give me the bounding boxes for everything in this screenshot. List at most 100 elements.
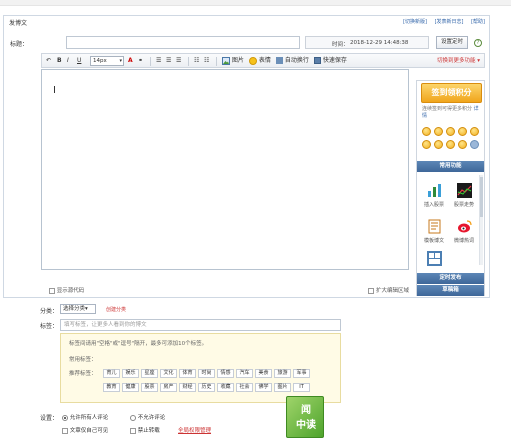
post-options-form: 分类： 选择分类▾ 创建分类 标签： 填写标签，让更多人看到你的博文 标签间请用… xyxy=(0,302,511,441)
font-size-select[interactable]: 14px ▾ xyxy=(90,56,124,66)
show-source-checkbox[interactable] xyxy=(49,287,55,294)
number-list-icon[interactable]: ☷ xyxy=(204,56,209,66)
no-repost-option[interactable]: 禁止转载 xyxy=(130,426,160,434)
time-box: 时间： 2018-12-29 14:48:38 xyxy=(305,36,429,49)
bold-button[interactable]: B xyxy=(57,56,62,66)
title-input[interactable] xyxy=(66,36,300,49)
category-select[interactable]: 选择分类▾ xyxy=(60,304,96,314)
switch-more-features-link[interactable]: 切换到更多功能 ▾ xyxy=(437,56,480,66)
undo-icon[interactable]: ↶ xyxy=(46,56,51,66)
private-visible-checkbox[interactable] xyxy=(62,427,68,434)
sidebar-scrollbar[interactable] xyxy=(479,175,483,265)
new-diary-link[interactable]: [发表新日志] xyxy=(435,19,464,25)
recommended-tag-chip[interactable]: 军事 xyxy=(293,369,310,378)
weibo-hotword-tool[interactable]: 微博热词 xyxy=(449,217,479,247)
quick-save-button[interactable]: 快速保存 xyxy=(314,56,347,66)
insert-stock-label: 插入股票 xyxy=(423,202,444,208)
sign-in-points-button[interactable]: 签到领积分 xyxy=(421,83,482,103)
align-right-icon[interactable]: ☰ xyxy=(176,56,181,66)
recommended-tag-chip[interactable]: 情感 xyxy=(217,369,234,378)
recommended-tag-chip[interactable]: 时尚 xyxy=(198,369,215,378)
tag-input[interactable]: 填写标签，让更多人看到你的博文 xyxy=(60,319,341,331)
show-source-option[interactable]: 显示源代码 xyxy=(49,286,84,294)
recommended-tag-chip[interactable]: 教育 xyxy=(103,383,120,392)
recommended-tag-chip[interactable]: 历史 xyxy=(198,383,215,392)
align-center-icon[interactable]: ☰ xyxy=(166,56,171,66)
expand-icon[interactable] xyxy=(368,287,375,294)
help-icon[interactable]: ? xyxy=(474,39,482,47)
allow-comment-label: 允许所有人评论 xyxy=(69,415,109,421)
recommended-tag-chip[interactable]: 旅游 xyxy=(274,369,291,378)
recommended-tag-chip[interactable]: 收藏 xyxy=(217,383,234,392)
recommended-tag-chip[interactable]: 股票 xyxy=(141,383,158,392)
smiley-icon xyxy=(249,56,257,65)
recommended-tag-chip[interactable]: 财经 xyxy=(179,383,196,392)
stock-trend-label: 股票走势 xyxy=(453,202,474,208)
recommended-tag-chip[interactable]: 文化 xyxy=(160,369,177,378)
toolbar-divider xyxy=(188,57,189,66)
font-color-icon[interactable]: A xyxy=(128,56,133,66)
emoticon-icon[interactable] xyxy=(422,140,431,149)
sign-tip-text: 连续签到可得更多积分 xyxy=(422,106,473,112)
recommended-tag-chip[interactable]: 娱乐 xyxy=(122,369,139,378)
emoticon-icon[interactable] xyxy=(458,140,467,149)
emoticon-button[interactable]: 表情 xyxy=(249,56,271,66)
switch-new-version-link[interactable]: [切换新版] xyxy=(403,19,427,25)
tag-suggestion-panel: 标签间请用"空格"或"逗号"隔开，最多可添加10个标签。 常用标签： 推荐标签：… xyxy=(60,333,341,403)
no-repost-checkbox[interactable] xyxy=(130,427,136,434)
recommended-tag-chip[interactable]: 健康 xyxy=(122,383,139,392)
italic-button[interactable]: I xyxy=(67,56,69,66)
blog-compose-page: 发博文 [切换新版] [发表新日志] [帮助] 标题： 时间： 2018-12-… xyxy=(0,6,511,441)
recommended-tag-chip[interactable]: 美食 xyxy=(255,369,272,378)
recommended-tag-chip[interactable]: 育儿 xyxy=(103,369,120,378)
align-left-icon[interactable]: ☰ xyxy=(156,56,161,66)
timed-publish-button[interactable]: 定时发布 xyxy=(417,273,484,284)
underline-button[interactable]: U xyxy=(77,56,81,66)
help-link[interactable]: [帮助] xyxy=(471,19,485,25)
layout-tool[interactable] xyxy=(419,251,449,267)
create-category-link[interactable]: 创建分类 xyxy=(106,306,126,313)
app-badge-logo[interactable]: 闻 中读 xyxy=(286,396,324,438)
global-permission-link[interactable]: 全局权限管理 xyxy=(178,426,211,434)
private-visible-label: 文章仅自己可见 xyxy=(69,428,109,434)
disallow-comment-radio[interactable] xyxy=(130,414,136,421)
scrollbar-thumb[interactable] xyxy=(480,177,483,217)
save-icon xyxy=(314,57,321,64)
link-icon[interactable]: ⚭ xyxy=(138,56,143,66)
recommended-tag-chip[interactable]: 汽车 xyxy=(236,369,253,378)
recommended-tag-chip[interactable]: IT xyxy=(293,383,310,392)
disallow-comment-option[interactable]: 不允许评论 xyxy=(130,413,165,421)
emoticon-icon[interactable] xyxy=(458,127,467,136)
recommended-tag-chip[interactable]: 房产 xyxy=(160,383,177,392)
emoticon-icon[interactable] xyxy=(434,127,443,136)
insert-stock-tool[interactable]: 插入股票 xyxy=(419,181,449,211)
badge-line-2: 中读 xyxy=(296,420,316,431)
autowrap-button[interactable]: 自动换行 xyxy=(276,56,309,66)
image-button[interactable]: 图片 xyxy=(222,56,244,66)
draft-box-button[interactable]: 草稿箱 xyxy=(417,285,484,296)
emoticon-icon[interactable] xyxy=(446,140,455,149)
stock-trend-tool[interactable]: 股票走势 xyxy=(449,181,479,211)
allow-comment-radio[interactable] xyxy=(62,414,68,421)
text-caret xyxy=(54,86,55,93)
editor-area[interactable] xyxy=(41,69,409,270)
emoticon-icon[interactable] xyxy=(434,140,443,149)
more-emoticons-icon[interactable] xyxy=(470,140,479,149)
bullet-list-icon[interactable]: ☷ xyxy=(194,56,199,66)
disallow-comment-label: 不允许评论 xyxy=(137,415,166,421)
recommended-tag-chip[interactable]: 体育 xyxy=(179,369,196,378)
set-timer-button[interactable]: 设置定时 xyxy=(436,36,468,49)
recommended-tag-chip[interactable]: 图片 xyxy=(274,383,291,392)
recommended-tag-chip[interactable]: 社会 xyxy=(236,383,253,392)
recommended-tag-chip[interactable]: 佛学 xyxy=(255,383,272,392)
expand-editor-option[interactable]: 扩大编辑区域 xyxy=(368,286,409,294)
recommended-tag-chip[interactable]: 星座 xyxy=(141,369,158,378)
settings-label: 设置： xyxy=(40,415,59,422)
allow-comment-option[interactable]: 允许所有人评论 xyxy=(62,413,108,421)
private-visible-option[interactable]: 文章仅自己可见 xyxy=(62,426,108,434)
tool-grid: 插入股票 股票走势 模板博文 微博热词 xyxy=(417,175,484,268)
emoticon-icon[interactable] xyxy=(446,127,455,136)
template-post-tool[interactable]: 模板博文 xyxy=(419,217,449,247)
emoticon-icon[interactable] xyxy=(422,127,431,136)
emoticon-icon[interactable] xyxy=(470,127,479,136)
